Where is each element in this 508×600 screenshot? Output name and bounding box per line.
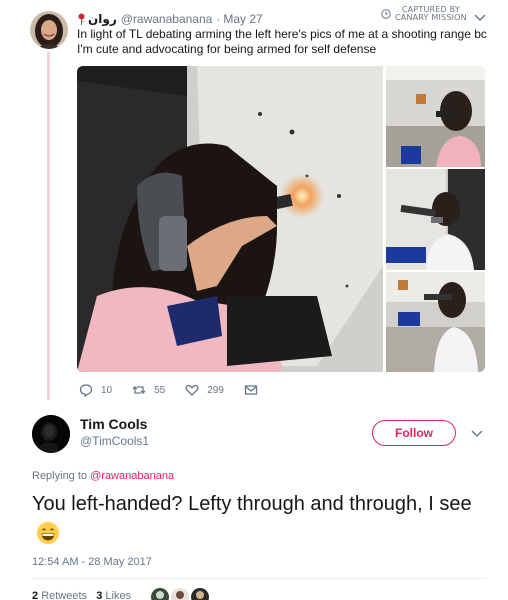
retweet-action[interactable]: 55 [132,383,165,397]
tweet-page: CAPTURED BY CANARY MISSION روان @rawanab… [0,0,508,600]
rose-icon [78,13,85,25]
likes-count[interactable]: 3 [96,590,102,600]
replying-prefix: Replying to [32,470,88,482]
tweet-text: In light of TL debating arming the left … [77,27,487,56]
likes-label[interactable]: Likes [105,590,131,600]
user-handle[interactable]: @TimCools1 [80,434,149,448]
display-name[interactable]: Tim Cools [80,416,147,432]
reply-tweet-text: You left-handed? Lefty through and throu… [32,489,492,549]
user-handle[interactable]: @rawanabanana [121,12,213,26]
tweet-date[interactable]: May 27 [223,12,262,26]
avatar[interactable] [30,11,68,49]
divider [32,578,487,579]
tweet-timestamp[interactable]: 12:54 AM - 28 May 2017 [32,556,152,568]
retweet-count: 55 [154,384,166,396]
clock-icon [381,9,391,19]
shooting-range-photo-2[interactable] [386,66,485,167]
reply-icon [79,384,93,397]
chevron-down-icon[interactable] [474,14,486,22]
likers-avatars [151,588,211,600]
display-name[interactable]: روان [88,12,117,26]
reply-text: You left-handed? Lefty through and throu… [32,493,472,515]
retweets-count[interactable]: 2 [32,590,38,600]
retweet-icon [132,386,146,394]
watermark-line-2: CANARY MISSION [395,13,467,22]
avatar[interactable] [32,415,70,453]
reply-action[interactable]: 10 [79,383,112,397]
shooting-range-photo-3[interactable] [386,169,485,270]
liker-avatar[interactable] [171,588,189,600]
liker-avatar[interactable] [151,588,169,600]
retweets-label[interactable]: Retweets [41,590,87,600]
direct-message-action[interactable] [244,383,258,397]
replying-handle-link[interactable]: @rawanabanana [90,470,174,482]
replying-to: Replying to @rawanabanana [32,470,174,482]
tweet-header: روان @rawanabanana · May 27 [77,12,263,26]
tweet-stats: 2 Retweets 3 Likes [32,590,131,600]
like-count: 299 [207,384,224,396]
shooting-range-photo-4[interactable] [386,272,485,372]
follow-button[interactable]: Follow [372,420,456,446]
reply-count: 10 [101,384,113,396]
shooting-range-main-photo[interactable] [77,66,383,372]
chevron-down-icon[interactable] [471,430,483,438]
liker-avatar[interactable] [191,588,209,600]
grinning-face-emoji-icon [37,522,59,544]
heart-icon [185,384,199,396]
thread-line [47,52,50,400]
canary-mission-watermark: CAPTURED BY CANARY MISSION [381,6,467,22]
tweet-actions: 10 55 299 [79,382,278,398]
envelope-icon [244,385,258,395]
separator-dot: · [216,12,221,26]
like-action[interactable]: 299 [185,383,224,397]
